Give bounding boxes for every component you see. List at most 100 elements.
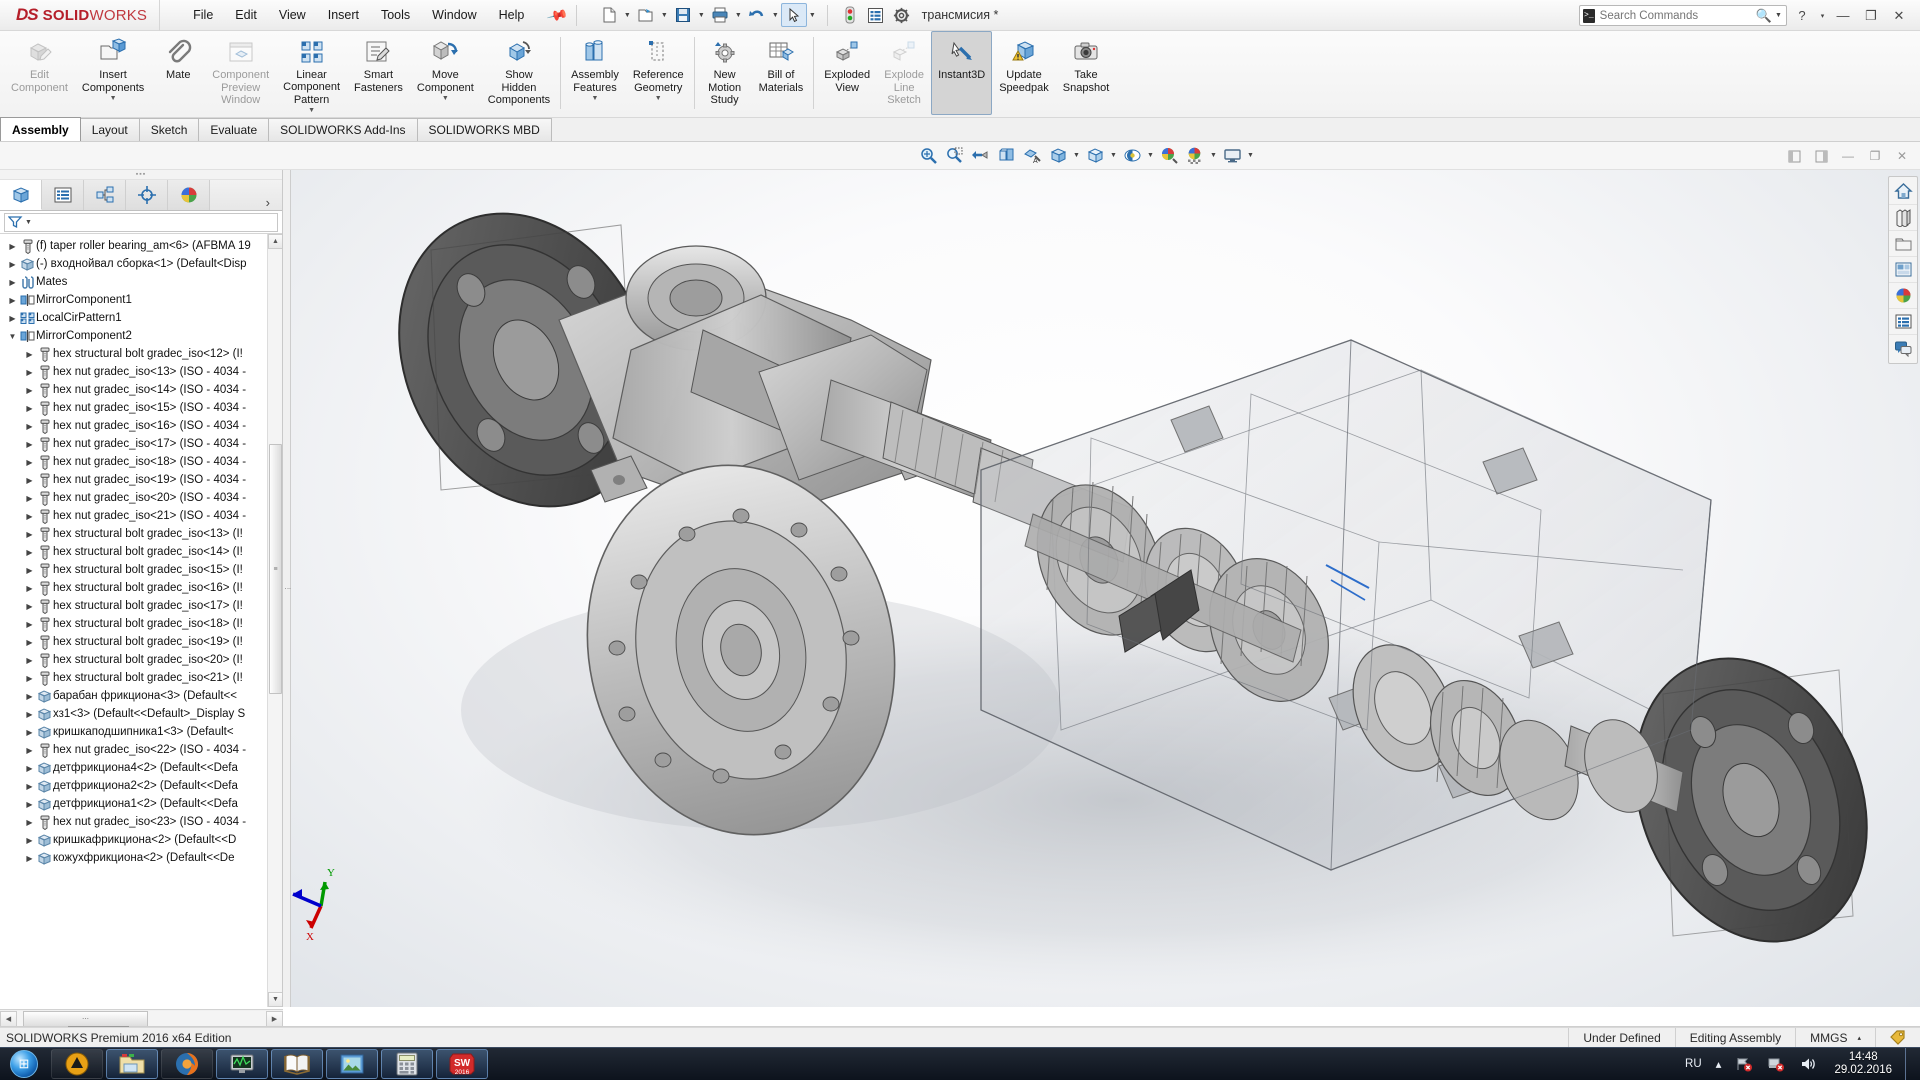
mate-button[interactable]: Mate bbox=[151, 31, 205, 115]
rebuild-icon[interactable] bbox=[837, 3, 863, 27]
tree-item[interactable]: ▶ кришкафрикциона<2> (Default<<D bbox=[0, 831, 282, 849]
close-window-button[interactable]: ✕ bbox=[1886, 5, 1912, 27]
tree-item[interactable]: ▶ детфрикциона1<2> (Default<<Defa bbox=[0, 795, 282, 813]
apply-scene-caret[interactable]: ▼ bbox=[1208, 152, 1219, 159]
hide-show-items-caret[interactable]: ▼ bbox=[1145, 152, 1156, 159]
view-orientation-icon[interactable] bbox=[1045, 144, 1071, 168]
print-caret[interactable]: ▼ bbox=[733, 12, 744, 19]
hscroll-left[interactable]: ◀ bbox=[0, 1010, 17, 1027]
expand-arrow-icon[interactable]: ▶ bbox=[23, 728, 36, 737]
pin-icon[interactable]: 📌 bbox=[546, 3, 570, 26]
apply-scene-icon[interactable] bbox=[1182, 144, 1208, 168]
tree-item[interactable]: ▶ барабан фрикциона<3> (Default<< bbox=[0, 687, 282, 705]
insert-components-button[interactable]: Insert Components ▼ bbox=[75, 31, 151, 115]
print-icon[interactable] bbox=[707, 3, 733, 27]
tree-item[interactable]: ▶ hex nut gradec_iso<20> (ISO - 4034 - bbox=[0, 489, 282, 507]
view-orientation-caret[interactable]: ▼ bbox=[1071, 152, 1082, 159]
expand-arrow-icon[interactable]: ▶ bbox=[23, 512, 36, 521]
show-hidden-components-button[interactable]: Show Hidden Components bbox=[481, 31, 557, 115]
file-explorer-icon[interactable] bbox=[1889, 231, 1917, 257]
tree-item[interactable]: ▶ hex structural bolt gradec_iso<14> (I! bbox=[0, 543, 282, 561]
expand-arrow-icon[interactable]: ▶ bbox=[23, 674, 36, 683]
expand-arrow-icon[interactable]: ▶ bbox=[23, 476, 36, 485]
new-document-icon[interactable] bbox=[596, 3, 622, 27]
expand-arrow-icon[interactable]: ▶ bbox=[23, 458, 36, 467]
hscroll-right[interactable]: ▶ bbox=[266, 1010, 283, 1027]
undo-icon[interactable] bbox=[744, 3, 770, 27]
tree-item[interactable]: ▶ hex nut gradec_iso<23> (ISO - 4034 - bbox=[0, 813, 282, 831]
expand-arrow-icon[interactable]: ▶ bbox=[23, 602, 36, 611]
restore-window-button[interactable]: ❐ bbox=[1858, 5, 1884, 27]
expand-arrow-icon[interactable]: ▶ bbox=[23, 656, 36, 665]
view-settings-caret[interactable]: ▼ bbox=[1245, 152, 1256, 159]
tree-item[interactable]: ▶ хз1<3> (Default<<Default>_Display S bbox=[0, 705, 282, 723]
ribbon-button-caret[interactable]: ▼ bbox=[442, 95, 449, 102]
tray-language[interactable]: RU bbox=[1678, 1058, 1709, 1070]
tree-item[interactable]: ▼ MirrorComponent2 bbox=[0, 327, 282, 345]
expand-arrow-icon[interactable]: ▶ bbox=[23, 620, 36, 629]
help-button[interactable]: ? bbox=[1789, 5, 1815, 27]
exploded-view-button[interactable]: Exploded View bbox=[817, 31, 877, 115]
new-motion-study-button[interactable]: New Motion Study bbox=[698, 31, 752, 115]
panel-drag-handle[interactable]: ▪▪▪ bbox=[0, 170, 282, 180]
assembly-features-button[interactable]: Assembly Features ▼ bbox=[564, 31, 626, 115]
collapse-arrow-icon[interactable]: ▼ bbox=[6, 332, 19, 341]
show-desktop-button[interactable] bbox=[1905, 1047, 1916, 1080]
tree-item[interactable]: ▶ кожухфрикциона<2> (Default<<De bbox=[0, 849, 282, 867]
tree-scroll-down[interactable]: ▼ bbox=[268, 992, 282, 1007]
filter-input-box[interactable]: ▼ bbox=[4, 212, 278, 232]
tree-item[interactable]: ▶ hex structural bolt gradec_iso<15> (I! bbox=[0, 561, 282, 579]
filter-caret[interactable]: ▼ bbox=[23, 219, 34, 226]
expand-arrow-icon[interactable]: ▶ bbox=[6, 296, 19, 305]
expand-arrow-icon[interactable]: ▶ bbox=[23, 764, 36, 773]
command-tab-evaluate[interactable]: Evaluate bbox=[198, 118, 270, 141]
menu-file[interactable]: File bbox=[182, 4, 224, 26]
command-tab-sketch[interactable]: Sketch bbox=[138, 118, 200, 141]
command-tab-solidworks-add-ins[interactable]: SOLIDWORKS Add-Ins bbox=[268, 118, 418, 141]
hide-show-items-icon[interactable] bbox=[1119, 144, 1145, 168]
tree-item[interactable]: ▶ hex structural bolt gradec_iso<16> (I! bbox=[0, 579, 282, 597]
split-left-icon[interactable] bbox=[1782, 145, 1806, 167]
tree-item[interactable]: ▶ (f) taper roller bearing_am<6> (AFBMA 1… bbox=[0, 237, 282, 255]
expand-arrow-icon[interactable]: ▶ bbox=[23, 548, 36, 557]
expand-arrow-icon[interactable]: ▶ bbox=[23, 494, 36, 503]
taskbar-photo-icon[interactable] bbox=[326, 1049, 378, 1079]
expand-arrow-icon[interactable]: ▶ bbox=[23, 710, 36, 719]
expand-arrow-icon[interactable]: ▶ bbox=[6, 278, 19, 287]
new-document-caret[interactable]: ▼ bbox=[622, 12, 633, 19]
view-palette-icon[interactable] bbox=[1889, 257, 1917, 283]
sw-forum-icon[interactable] bbox=[1889, 335, 1917, 361]
select-arrow-icon[interactable] bbox=[780, 3, 807, 27]
expand-arrow-icon[interactable]: ▶ bbox=[23, 746, 36, 755]
expand-arrow-icon[interactable]: ▶ bbox=[23, 782, 36, 791]
tray-clock[interactable]: 14:48 29.02.2016 bbox=[1824, 1051, 1902, 1077]
select-arrow-caret[interactable]: ▼ bbox=[807, 12, 818, 19]
ribbon-button-caret[interactable]: ▼ bbox=[592, 95, 599, 102]
expand-arrow-icon[interactable]: ▶ bbox=[23, 584, 36, 593]
move-component-button[interactable]: Move Component ▼ bbox=[410, 31, 481, 115]
tree-item[interactable]: ▶ hex structural bolt gradec_iso<13> (I! bbox=[0, 525, 282, 543]
tree-item[interactable]: ▶ детфрикциона4<2> (Default<<Defa bbox=[0, 759, 282, 777]
tree-item[interactable]: ▶ hex structural bolt gradec_iso<19> (I! bbox=[0, 633, 282, 651]
tree-item[interactable]: ▶ hex nut gradec_iso<17> (ISO - 4034 - bbox=[0, 435, 282, 453]
taskbar-calculator-icon[interactable] bbox=[381, 1049, 433, 1079]
display-manager-tab[interactable] bbox=[168, 180, 210, 210]
tree-item[interactable]: ▶ hex nut gradec_iso<16> (ISO - 4034 - bbox=[0, 417, 282, 435]
undo-caret[interactable]: ▼ bbox=[770, 12, 781, 19]
volume-icon[interactable] bbox=[1792, 1056, 1824, 1072]
expand-arrow-icon[interactable]: ▶ bbox=[23, 440, 36, 449]
feature-manager-tab[interactable] bbox=[0, 180, 42, 210]
expand-arrow-icon[interactable]: ▶ bbox=[23, 350, 36, 359]
expand-arrow-icon[interactable]: ▶ bbox=[6, 260, 19, 269]
property-manager-tab[interactable] bbox=[42, 180, 84, 210]
expand-arrow-icon[interactable]: ▶ bbox=[23, 404, 36, 413]
tree-item[interactable]: ▶ hex nut gradec_iso<15> (ISO - 4034 - bbox=[0, 399, 282, 417]
zoom-to-fit-icon[interactable] bbox=[915, 144, 941, 168]
expand-arrow-icon[interactable]: ▶ bbox=[23, 854, 36, 863]
custom-properties-icon[interactable] bbox=[1889, 309, 1917, 335]
tray-expand-caret[interactable]: ▴ bbox=[1709, 1057, 1729, 1071]
tree-item[interactable]: ▶ hex nut gradec_iso<22> (ISO - 4034 - bbox=[0, 741, 282, 759]
tree-item[interactable]: ▶ hex nut gradec_iso<21> (ISO - 4034 - bbox=[0, 507, 282, 525]
menu-insert[interactable]: Insert bbox=[317, 4, 370, 26]
previous-view-icon[interactable] bbox=[967, 144, 993, 168]
